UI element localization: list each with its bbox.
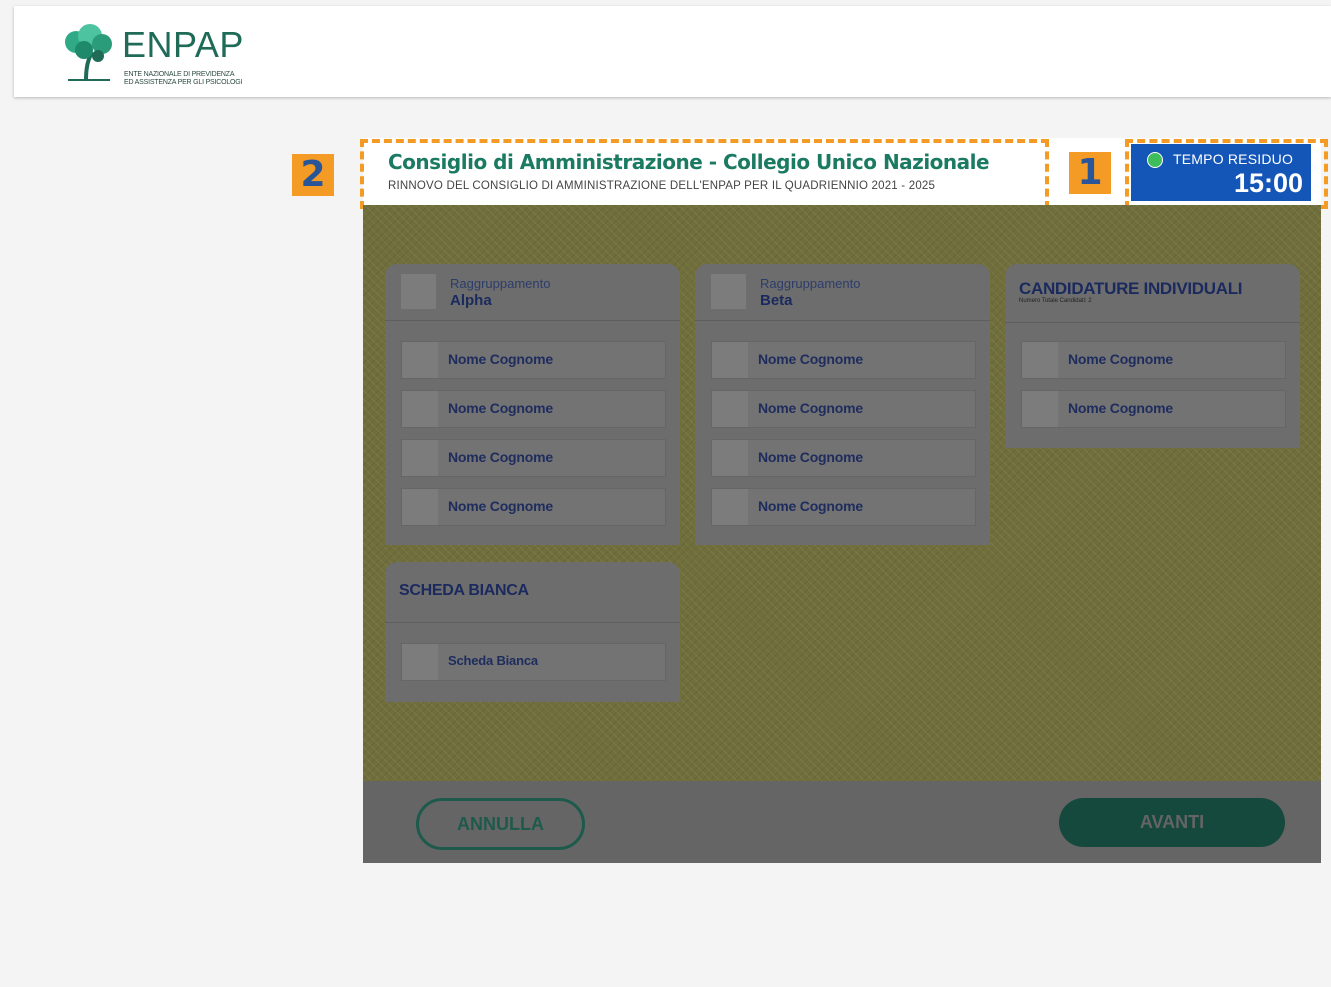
candidate-row[interactable]: Nome Cognome: [401, 488, 666, 526]
candidate-row[interactable]: Nome Cognome: [1021, 390, 1286, 428]
candidate-row[interactable]: Nome Cognome: [711, 390, 976, 428]
candidate-name: Nome Cognome: [1068, 351, 1173, 367]
logo-text: ENPAP: [122, 24, 244, 65]
candidate-row[interactable]: Nome Cognome: [711, 439, 976, 477]
blank-ballot-card: SCHEDA BIANCA Scheda Bianca: [385, 562, 680, 702]
blank-ballot-header: SCHEDA BIANCA: [385, 562, 680, 623]
ballot-footer: ANNULLA AVANTI: [363, 781, 1321, 863]
candidate-name: Nome Cognome: [758, 498, 863, 514]
candidate-row[interactable]: Nome Cognome: [1021, 341, 1286, 379]
individual-title: CANDIDATURE INDIVIDUALI: [1019, 279, 1243, 298]
candidate-checkbox[interactable]: [712, 391, 748, 427]
candidate-row[interactable]: Nome Cognome: [401, 390, 666, 428]
candidate-name: Nome Cognome: [758, 351, 863, 367]
enpap-logo: ENPAP ENTE NAZIONALE DI PREVIDENZA ED AS…: [58, 22, 258, 92]
candidate-name: Nome Cognome: [1068, 400, 1173, 416]
candidate-checkbox[interactable]: [1022, 342, 1058, 378]
candidate-checkbox[interactable]: [402, 342, 438, 378]
group-checkbox-beta[interactable]: [711, 274, 746, 309]
group-card-beta: Raggruppamento Beta Nome Cognome Nome Co…: [695, 264, 990, 545]
cancel-button[interactable]: ANNULLA: [416, 798, 585, 850]
candidate-name: Nome Cognome: [448, 498, 553, 514]
logo-subtitle-line-1: ENTE NAZIONALE DI PREVIDENZA: [124, 71, 235, 78]
top-bar: ENPAP ENTE NAZIONALE DI PREVIDENZA ED AS…: [14, 6, 1331, 97]
individual-candidates-card: CANDIDATURE INDIVIDUALI Numero Totale Ca…: [1005, 264, 1300, 448]
blank-ballot-checkbox[interactable]: [402, 644, 438, 680]
candidate-checkbox[interactable]: [712, 440, 748, 476]
group-name: Beta: [760, 292, 793, 309]
callout-timer-outline: [1125, 139, 1328, 209]
candidate-checkbox[interactable]: [1022, 391, 1058, 427]
candidate-name: Nome Cognome: [758, 400, 863, 416]
group-name: Alpha: [450, 292, 492, 309]
candidate-name: Nome Cognome: [758, 449, 863, 465]
callout-badge-1: 1: [1069, 152, 1111, 194]
group-header: Raggruppamento Beta: [695, 264, 990, 321]
blank-ballot-row[interactable]: Scheda Bianca: [401, 643, 666, 681]
ballot-area: Raggruppamento Alpha Nome Cognome Nome C…: [363, 205, 1321, 781]
candidate-checkbox[interactable]: [402, 440, 438, 476]
candidate-name: Nome Cognome: [448, 449, 553, 465]
blank-ballot-label: Scheda Bianca: [448, 653, 538, 668]
logo-subtitle-line-2: ED ASSISTENZA PER GLI PSICOLOGI: [124, 79, 243, 86]
group-prefix: Raggruppamento: [450, 276, 551, 291]
candidate-checkbox[interactable]: [402, 391, 438, 427]
individual-header: CANDIDATURE INDIVIDUALI Numero Totale Ca…: [1005, 264, 1300, 323]
blank-ballot-title: SCHEDA BIANCA: [399, 582, 529, 599]
candidate-checkbox[interactable]: [712, 342, 748, 378]
logo-subtitle: ENTE NAZIONALE DI PREVIDENZA ED ASSISTEN…: [124, 71, 294, 87]
callout-badge-2: 2: [292, 154, 334, 196]
group-prefix: Raggruppamento: [760, 276, 861, 291]
candidate-checkbox[interactable]: [402, 489, 438, 525]
candidate-checkbox[interactable]: [712, 489, 748, 525]
group-header: Raggruppamento Alpha: [385, 264, 680, 321]
candidate-name: Nome Cognome: [448, 400, 553, 416]
candidate-name: Nome Cognome: [448, 351, 553, 367]
next-button[interactable]: AVANTI: [1059, 798, 1285, 847]
candidate-row[interactable]: Nome Cognome: [401, 341, 666, 379]
candidate-row[interactable]: Nome Cognome: [401, 439, 666, 477]
candidate-row[interactable]: Nome Cognome: [711, 488, 976, 526]
individual-count-note: Numero Totale Candidati: 2: [1019, 298, 1092, 304]
tree-logo-icon: [65, 24, 112, 81]
candidate-row[interactable]: Nome Cognome: [711, 341, 976, 379]
group-card-alpha: Raggruppamento Alpha Nome Cognome Nome C…: [385, 264, 680, 545]
callout-title-outline: [360, 139, 1049, 209]
group-checkbox-alpha[interactable]: [401, 274, 436, 309]
